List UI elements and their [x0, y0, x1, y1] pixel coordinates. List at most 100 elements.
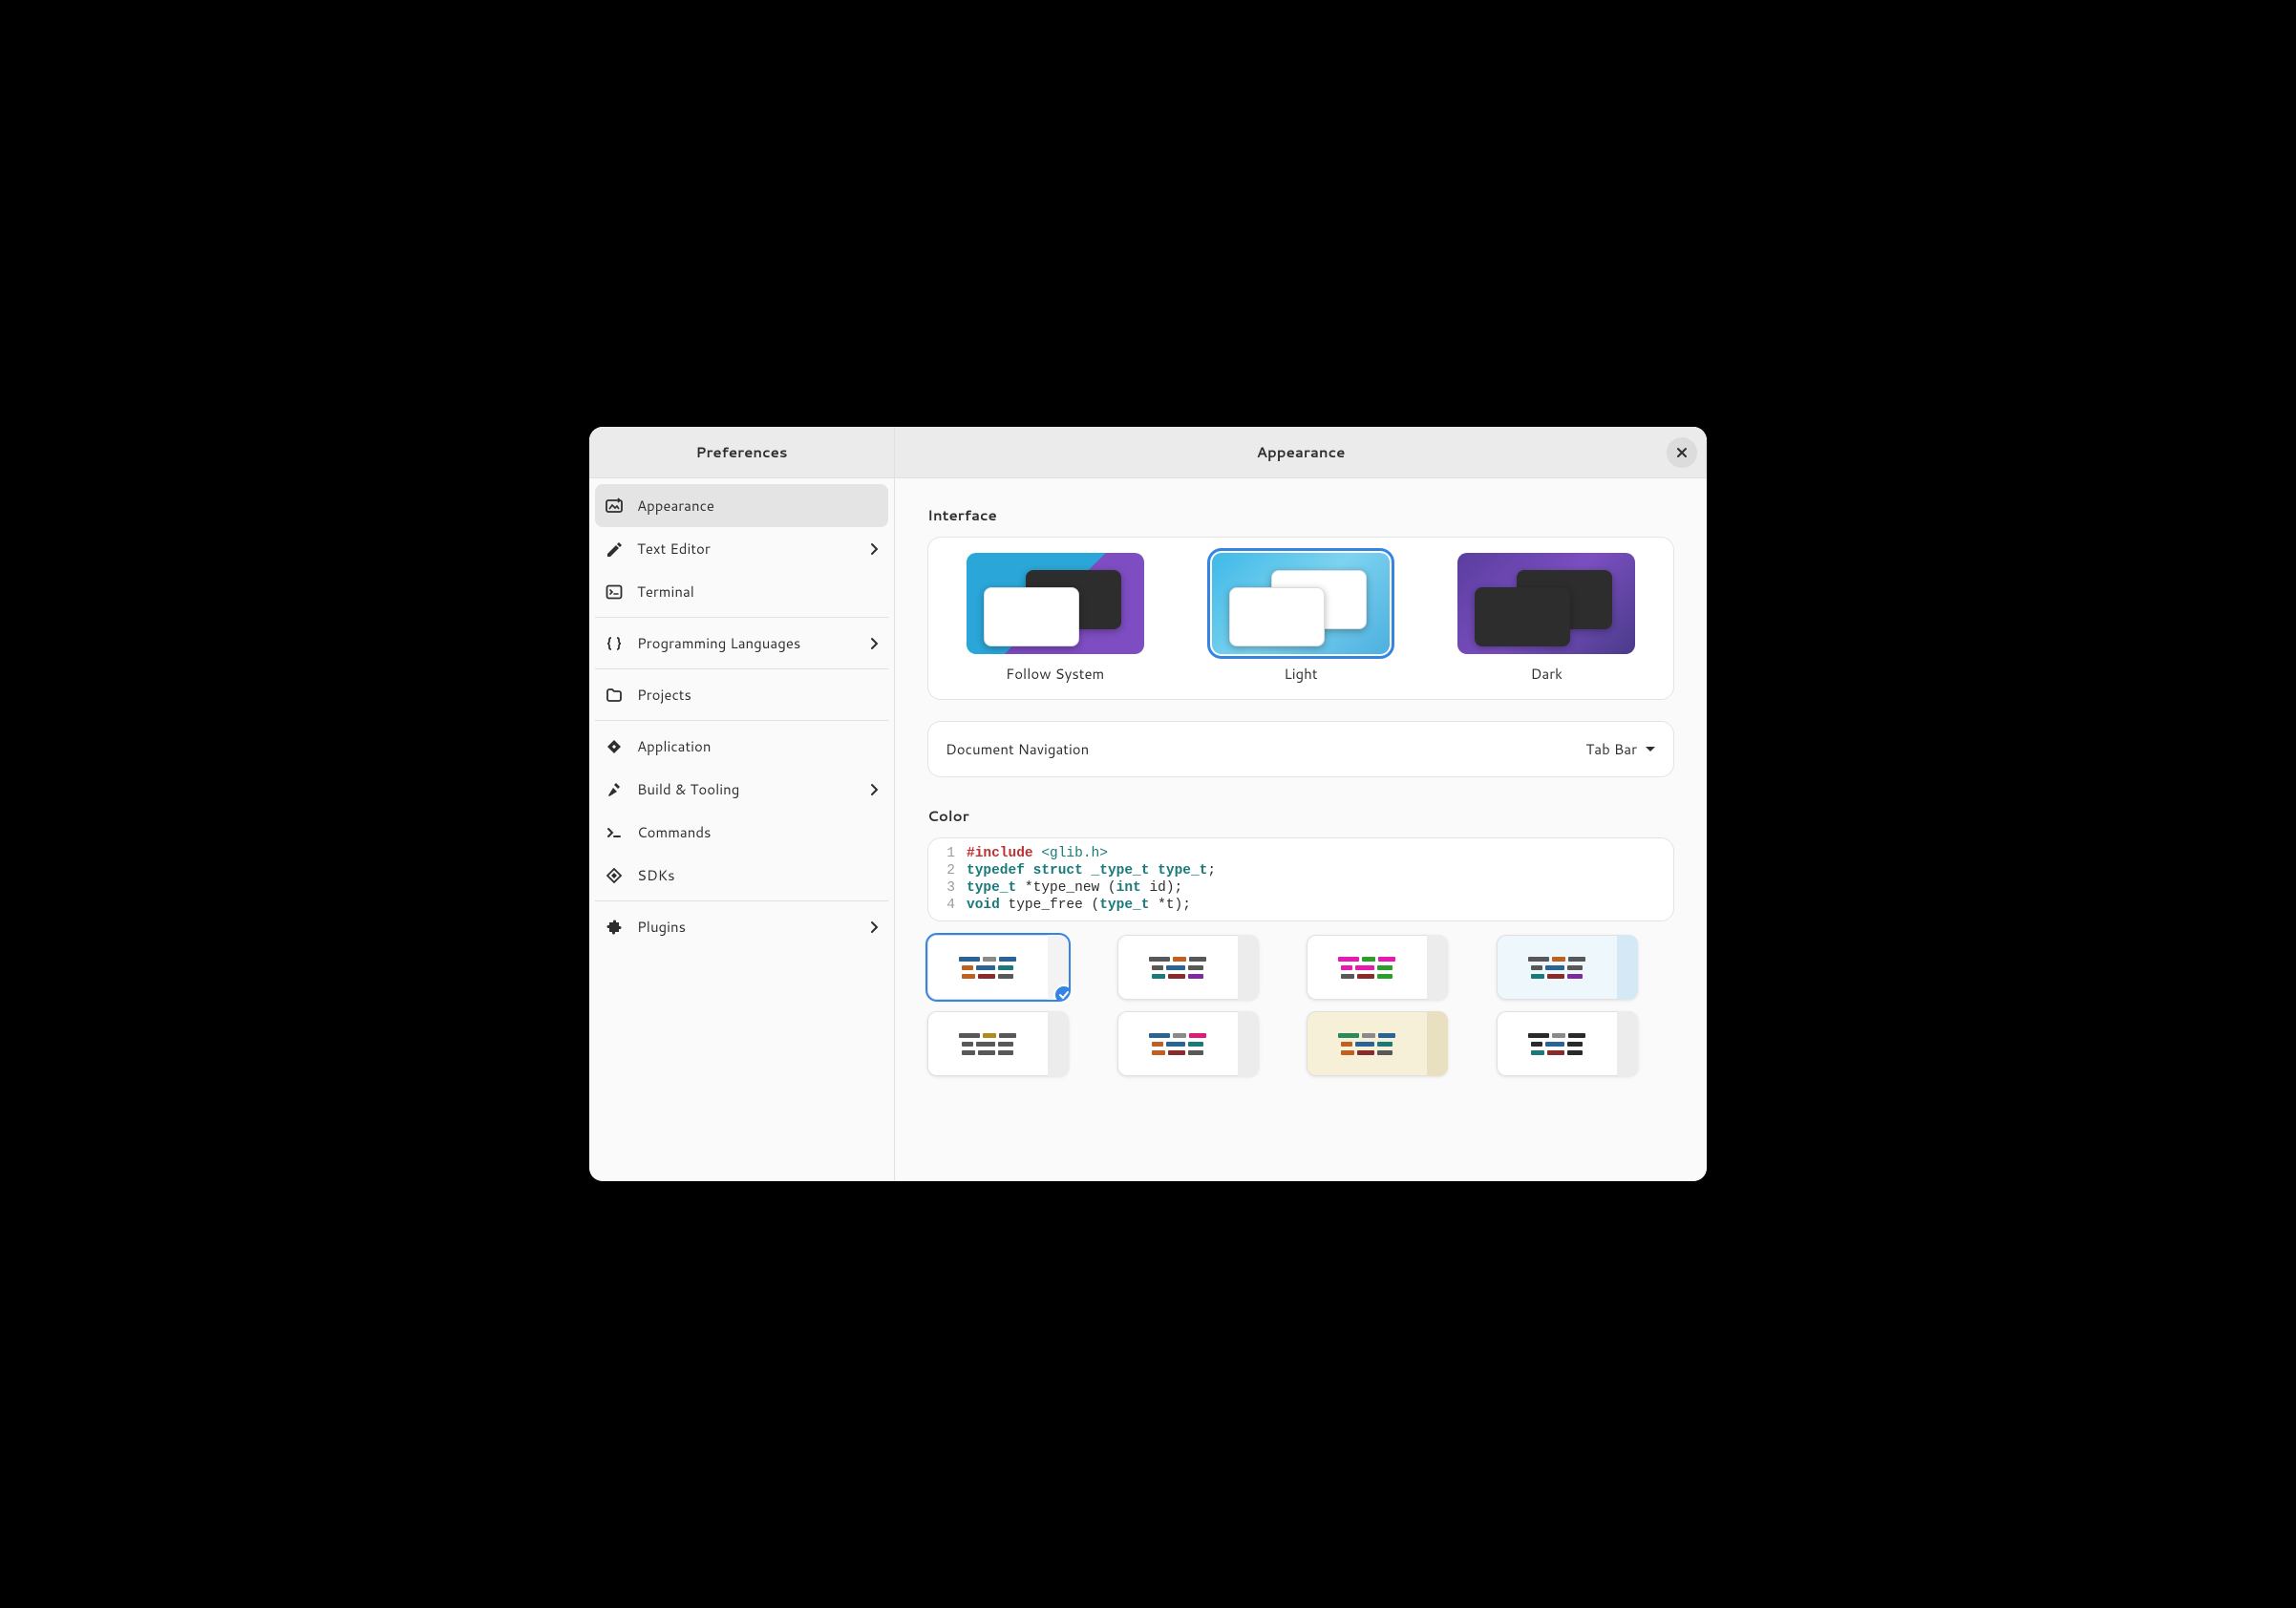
color-scheme-option[interactable] — [1117, 1011, 1259, 1076]
theme-thumb-dark — [1457, 553, 1635, 654]
sidebar-item-label: Plugins — [637, 917, 856, 937]
main-panel: Appearance Interface Follow System Light D… — [895, 427, 1707, 1181]
braces-icon — [605, 634, 624, 653]
sidebar-list: Appearance Text Editor Terminal Programming… — [589, 478, 894, 954]
scheme-sidebar-preview — [1617, 1011, 1638, 1076]
prompt-icon — [605, 823, 624, 842]
sidebar-item-appearance[interactable]: Appearance — [595, 484, 888, 527]
scheme-preview — [927, 1011, 1048, 1076]
sidebar-item-sdks[interactable]: SDKs — [595, 854, 888, 897]
document-navigation-row[interactable]: Document Navigation Tab Bar — [927, 721, 1674, 777]
code-text: typedef struct _type_t type_t; — [967, 863, 1216, 878]
line-number: 2 — [928, 863, 967, 878]
code-text: void type_free (type_t *t); — [967, 898, 1191, 913]
puzzle-icon — [605, 918, 624, 937]
diamond-icon — [605, 737, 624, 756]
scheme-sidebar-preview — [1238, 1011, 1259, 1076]
pencil-icon — [605, 540, 624, 559]
code-line: 1#include <glib.h> — [928, 838, 1673, 862]
scheme-preview — [1497, 935, 1617, 1000]
sidebar-item-application[interactable]: Application — [595, 725, 888, 768]
scheme-preview — [1117, 935, 1238, 1000]
scheme-preview — [927, 935, 1048, 1000]
scheme-preview — [1117, 1011, 1238, 1076]
document-navigation-value-text: Tab Bar — [1585, 739, 1637, 759]
sidebar-item-label: Build & Tooling — [637, 779, 856, 799]
scheme-preview — [1307, 1011, 1427, 1076]
main-header: Appearance — [895, 427, 1707, 478]
sidebar-item-terminal[interactable]: Terminal — [595, 570, 888, 613]
document-navigation-label: Document Navigation — [946, 739, 1089, 759]
document-navigation-value: Tab Bar — [1585, 739, 1656, 759]
sidebar-item-label: Commands — [637, 822, 879, 842]
color-scheme-option[interactable] — [927, 1011, 1069, 1076]
theme-card: Follow System Light Dark — [927, 537, 1674, 700]
scheme-sidebar-preview — [1617, 935, 1638, 1000]
terminal-icon — [605, 582, 624, 602]
chevron-down-icon — [1645, 746, 1656, 753]
sidebar-item-plugins[interactable]: Plugins — [595, 905, 888, 948]
code-text: #include <glib.h> — [967, 846, 1108, 861]
theme-option-light[interactable]: Light — [1212, 553, 1390, 684]
sidebar-item-programming-languages[interactable]: Programming Languages — [595, 622, 888, 665]
color-scheme-option[interactable] — [1307, 1011, 1448, 1076]
sidebar-item-label: Text Editor — [637, 539, 856, 559]
code-text: type_t *type_new (int id); — [967, 880, 1182, 896]
sidebar-item-label: Projects — [637, 685, 879, 705]
chevron-right-icon — [869, 542, 879, 556]
theme-thumb-follow — [967, 553, 1144, 654]
sidebar-item-label: Terminal — [637, 582, 879, 602]
color-scheme-grid — [927, 935, 1674, 1076]
section-color-title: Color — [927, 806, 1674, 826]
code-line: 3type_t *type_new (int id); — [928, 879, 1673, 897]
chevron-right-icon — [869, 637, 879, 650]
scheme-sidebar-preview — [1048, 1011, 1069, 1076]
sidebar-separator — [595, 900, 888, 901]
scheme-sidebar-preview — [1427, 1011, 1448, 1076]
scheme-preview — [1497, 1011, 1617, 1076]
line-number: 3 — [928, 880, 967, 896]
code-preview: 1#include <glib.h>2typedef struct _type_… — [927, 837, 1674, 921]
checkmark-badge — [1053, 984, 1069, 1000]
sidebar-separator — [595, 668, 888, 669]
color-scheme-option[interactable] — [1117, 935, 1259, 1000]
theme-thumb-light — [1212, 553, 1390, 654]
section-interface-title: Interface — [927, 505, 1674, 525]
close-button[interactable] — [1667, 437, 1697, 468]
theme-option-label: Light — [1284, 664, 1317, 684]
sidebar-separator — [595, 720, 888, 721]
color-scheme-option[interactable] — [1307, 935, 1448, 1000]
hammer-icon — [605, 780, 624, 799]
sidebar-item-projects[interactable]: Projects — [595, 673, 888, 716]
content-area: Interface Follow System Light Dark Documen… — [895, 478, 1707, 1181]
scheme-preview — [1307, 935, 1427, 1000]
sdk-icon — [605, 866, 624, 885]
theme-option-follow[interactable]: Follow System — [967, 553, 1144, 684]
sidebar-item-label: Application — [637, 736, 879, 756]
sidebar-item-build-tooling[interactable]: Build & Tooling — [595, 768, 888, 811]
chevron-right-icon — [869, 920, 879, 934]
theme-option-label: Follow System — [1006, 664, 1104, 684]
preferences-window: Preferences Appearance Text Editor Termina… — [589, 427, 1707, 1181]
page-title: Appearance — [1257, 442, 1346, 462]
close-icon — [1675, 446, 1689, 459]
sidebar: Preferences Appearance Text Editor Termina… — [589, 427, 895, 1181]
color-scheme-option[interactable] — [1497, 1011, 1638, 1076]
color-scheme-option[interactable] — [927, 935, 1069, 1000]
line-number: 4 — [928, 898, 967, 913]
theme-option-label: Dark — [1531, 664, 1563, 684]
scheme-sidebar-preview — [1238, 935, 1259, 1000]
appearance-icon — [605, 497, 624, 516]
sidebar-title: Preferences — [589, 427, 894, 478]
sidebar-item-label: Appearance — [637, 496, 879, 516]
color-scheme-option[interactable] — [1497, 935, 1638, 1000]
code-line: 2typedef struct _type_t type_t; — [928, 862, 1673, 879]
line-number: 1 — [928, 846, 967, 861]
sidebar-item-text-editor[interactable]: Text Editor — [595, 527, 888, 570]
sidebar-item-commands[interactable]: Commands — [595, 811, 888, 854]
folder-icon — [605, 686, 624, 705]
sidebar-item-label: Programming Languages — [637, 633, 856, 653]
scheme-sidebar-preview — [1427, 935, 1448, 1000]
sidebar-item-label: SDKs — [637, 865, 879, 885]
theme-option-dark[interactable]: Dark — [1457, 553, 1635, 684]
